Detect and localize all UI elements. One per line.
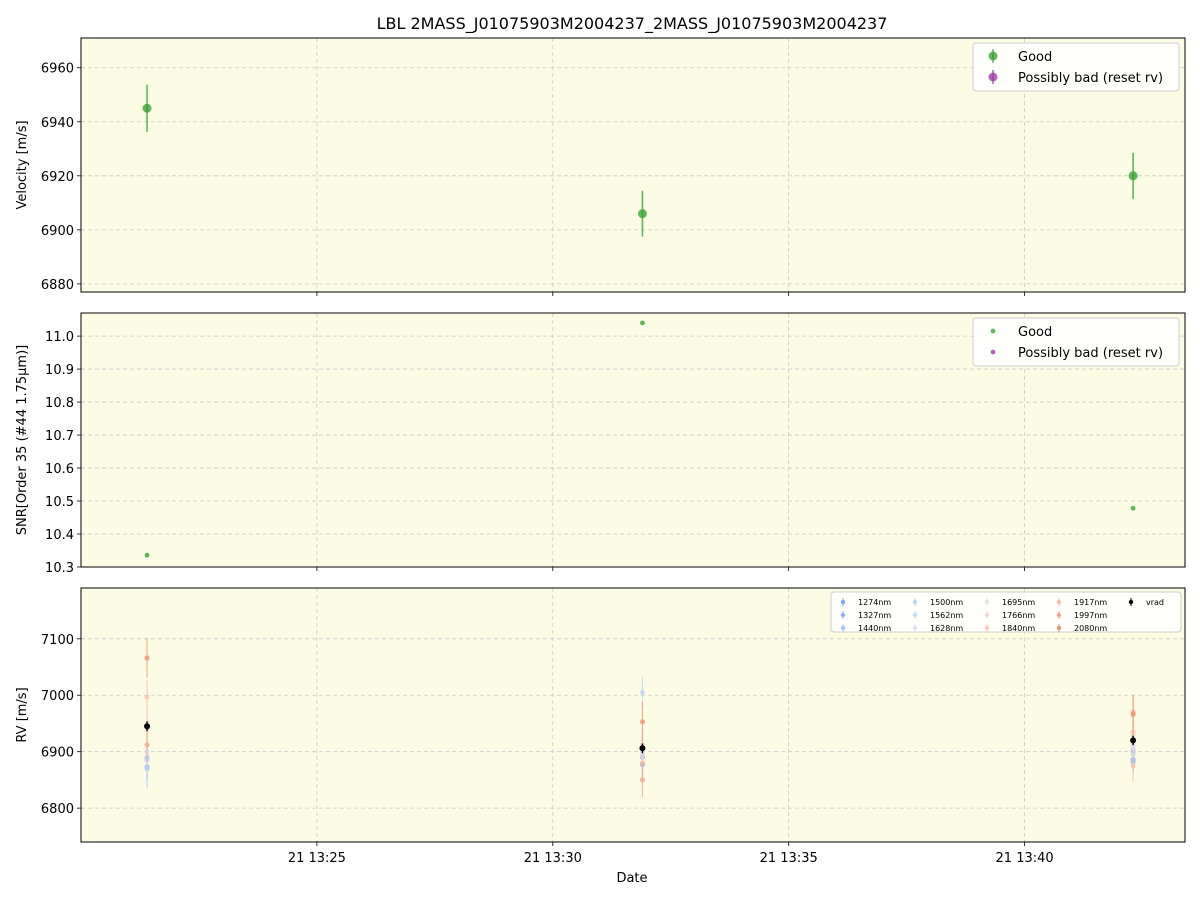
y-tick-label: 10.5 <box>45 495 74 510</box>
legend-marker <box>990 349 996 355</box>
legend-marker <box>1056 599 1062 605</box>
legend-marker <box>984 625 990 631</box>
data-point-1500nm <box>639 689 646 696</box>
legend-label: 2080nm <box>1074 624 1107 633</box>
data-point-vrad <box>1130 737 1137 744</box>
legend-label: 1628nm <box>930 624 963 633</box>
y-axis-label: RV [m/s] <box>15 687 30 742</box>
data-point-2080nm <box>144 655 150 661</box>
x-tick-label: 21 13:30 <box>524 851 582 866</box>
data-point-good <box>1128 171 1138 181</box>
legend-marker <box>984 599 990 605</box>
y-tick-label: 6960 <box>41 62 74 77</box>
y-tick-label: 6940 <box>41 116 74 131</box>
legend-label: 1440nm <box>858 624 891 633</box>
legend-marker <box>1056 612 1062 618</box>
legend-marker <box>988 72 998 82</box>
legend-label: 1840nm <box>1002 624 1035 633</box>
chart-title: LBL 2MASS_J01075903M2004237_2MASS_J01075… <box>377 14 888 34</box>
figure: LBL 2MASS_J01075903M2004237_2MASS_J01075… <box>15 14 1186 886</box>
y-tick-label: 6900 <box>41 746 74 761</box>
legend-marker <box>840 625 846 631</box>
legend-label: 1274nm <box>858 598 891 607</box>
data-point-vrad <box>639 745 646 752</box>
data-point-2080nm <box>1130 711 1136 718</box>
x-tick-label: 21 13:35 <box>760 851 818 866</box>
y-tick-label: 6800 <box>41 802 74 817</box>
legend-marker <box>912 599 918 605</box>
legend-marker <box>990 328 996 334</box>
data-point-1917nm <box>1130 763 1136 769</box>
legend-marker <box>1128 599 1134 605</box>
legend-label: Possibly bad (reset rv) <box>1018 71 1163 86</box>
y-tick-label: 6900 <box>41 224 74 239</box>
data-point-vrad <box>144 723 151 730</box>
data-point-1997nm <box>639 777 646 783</box>
legend-label: Good <box>1018 50 1052 65</box>
legend-label: 1997nm <box>1074 611 1107 620</box>
y-tick-label: 11.0 <box>45 330 74 345</box>
legend-label: vrad <box>1146 598 1164 607</box>
x-axis-label: Date <box>616 871 647 886</box>
legend-label: 1562nm <box>930 611 963 620</box>
legend-label: Good <box>1018 325 1052 340</box>
data-point-good <box>640 320 645 326</box>
data-point-2080nm <box>639 719 646 725</box>
legend-label: 1500nm <box>930 598 963 607</box>
velocity-panel: 6880 6900 6920 6940 6960 Velocity [m/s] Good Po… <box>15 37 1186 296</box>
x-tick-label: 21 13:25 <box>288 851 346 866</box>
y-tick-label: 6880 <box>41 278 74 293</box>
legend-label: 1695nm <box>1002 598 1035 607</box>
snr-panel: 10.3 10.4 10.5 10.6 10.7 10.8 10.9 11.0 SNR[Orde… <box>15 312 1186 576</box>
y-tick-label: 10.3 <box>45 561 74 576</box>
legend-marker <box>984 612 990 618</box>
y-tick-label: 7000 <box>41 689 74 704</box>
legend-marker <box>912 625 918 631</box>
rv-panel: 21 13:25 21 13:30 21 13:35 21 13:40 6800 6900… <box>15 587 1186 866</box>
legend-marker <box>912 612 918 618</box>
data-point-good <box>637 209 647 219</box>
legend-marker <box>988 51 998 61</box>
legend-marker <box>1056 625 1062 631</box>
legend-label: Possibly bad (reset rv) <box>1018 346 1163 361</box>
y-tick-label: 10.6 <box>45 462 74 477</box>
y-tick-label: 6920 <box>41 170 74 185</box>
y-tick-label: 10.8 <box>45 396 74 411</box>
data-point-good <box>144 552 150 558</box>
data-point-good <box>142 103 152 113</box>
y-tick-label: 10.9 <box>45 363 74 378</box>
legend-marker <box>840 612 846 618</box>
data-point-1917nm <box>144 694 150 700</box>
legend-label: 1917nm <box>1074 598 1107 607</box>
y-axis-label: SNR[Order 35 (#44 1.75μm)] <box>15 345 30 536</box>
y-tick-label: 7100 <box>41 633 74 648</box>
legend-label: 1327nm <box>858 611 891 620</box>
data-point-1997nm <box>144 742 150 748</box>
legend-label: 1766nm <box>1002 611 1035 620</box>
x-tick-label: 21 13:40 <box>996 851 1054 866</box>
y-axis-label: Velocity [m/s] <box>15 120 30 209</box>
y-tick-label: 10.7 <box>45 429 74 444</box>
data-point-good <box>1130 505 1136 511</box>
y-tick-label: 10.4 <box>45 528 74 543</box>
legend-marker <box>840 599 846 605</box>
